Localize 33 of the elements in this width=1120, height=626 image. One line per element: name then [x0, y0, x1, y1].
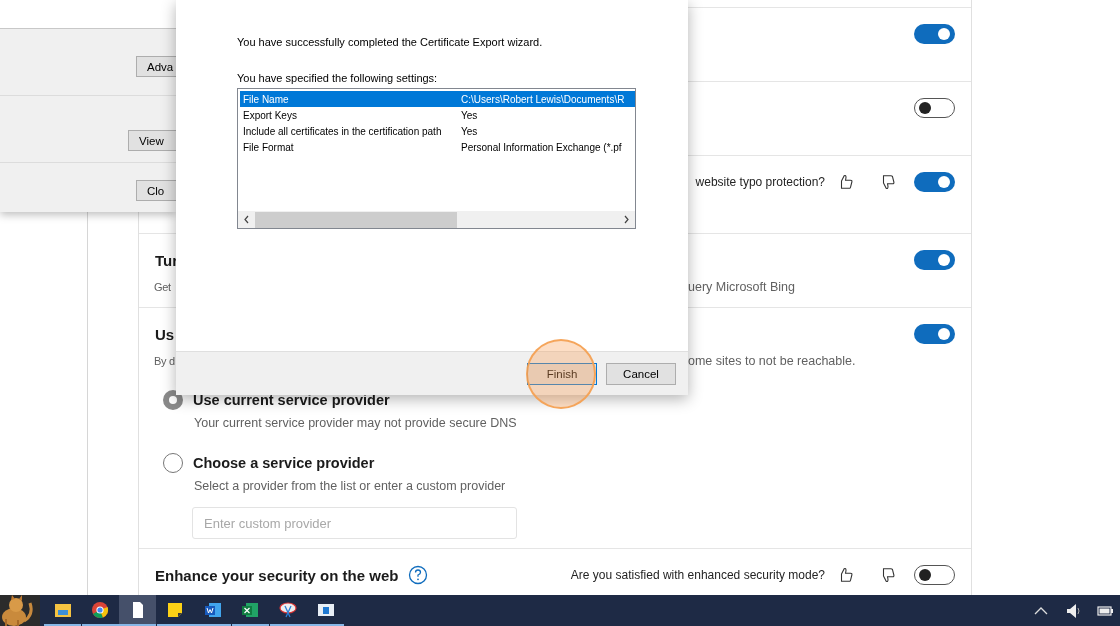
custom-provider-field[interactable]: Enter custom provider: [192, 507, 517, 539]
setting-name: Include all certificates in the certification path: [242, 125, 443, 137]
feedback-question: Are you satisfied with enhanced security mode?: [570, 568, 825, 582]
setting-title: Enhance your security on the web: [155, 566, 399, 584]
settings-label: You have specified the following settings:: [237, 72, 439, 84]
setting-value: C:\Users\Robert Lewis\Documents\R: [460, 93, 626, 105]
list-row[interactable]: File Name C:\Users\Robert Lewis\Documents\R: [240, 91, 635, 107]
setting-value: Yes: [460, 125, 479, 137]
list-row[interactable]: File Format Personal Information Exchange (*.pf: [240, 139, 635, 155]
setting-title: Us: [155, 325, 175, 343]
option-description: Your current service provider may not provide secure DNS: [194, 416, 518, 432]
wizard-message: You have successfully completed the Certificate Export wizard.: [237, 36, 544, 48]
setting-value: Yes: [460, 109, 479, 121]
setting-description: ome sites to not be reachable.: [688, 354, 857, 368]
option-description: Select a provider from the list or enter a custom provider: [194, 479, 507, 495]
list-row[interactable]: Include all certificates in the certification path Yes: [240, 123, 635, 139]
option-label: Use current service provider: [193, 392, 390, 408]
setting-description: Get: [154, 281, 172, 293]
setting-value: Personal Information Exchange (*.pf: [460, 141, 623, 153]
dialog-button[interactable]: Adva: [136, 56, 176, 77]
setting-name: File Format: [242, 141, 295, 153]
setting-name: Export Keys: [242, 109, 298, 121]
dialog-button[interactable]: Clo: [136, 180, 176, 201]
dialog-button[interactable]: View: [128, 130, 176, 151]
option-label: Choose a service provider: [193, 455, 375, 471]
setting-title: Tur: [155, 251, 179, 269]
dialog-button[interactable]: Finish: [527, 362, 597, 385]
dialog-button[interactable]: Cancel: [606, 362, 676, 385]
setting-description: uery Microsoft Bing: [688, 280, 796, 294]
feedback-question: website typo protection?: [695, 175, 825, 189]
setting-name: File Name: [242, 93, 290, 105]
list-row[interactable]: Export Keys Yes: [240, 107, 635, 123]
setting-description: By d: [154, 355, 176, 367]
